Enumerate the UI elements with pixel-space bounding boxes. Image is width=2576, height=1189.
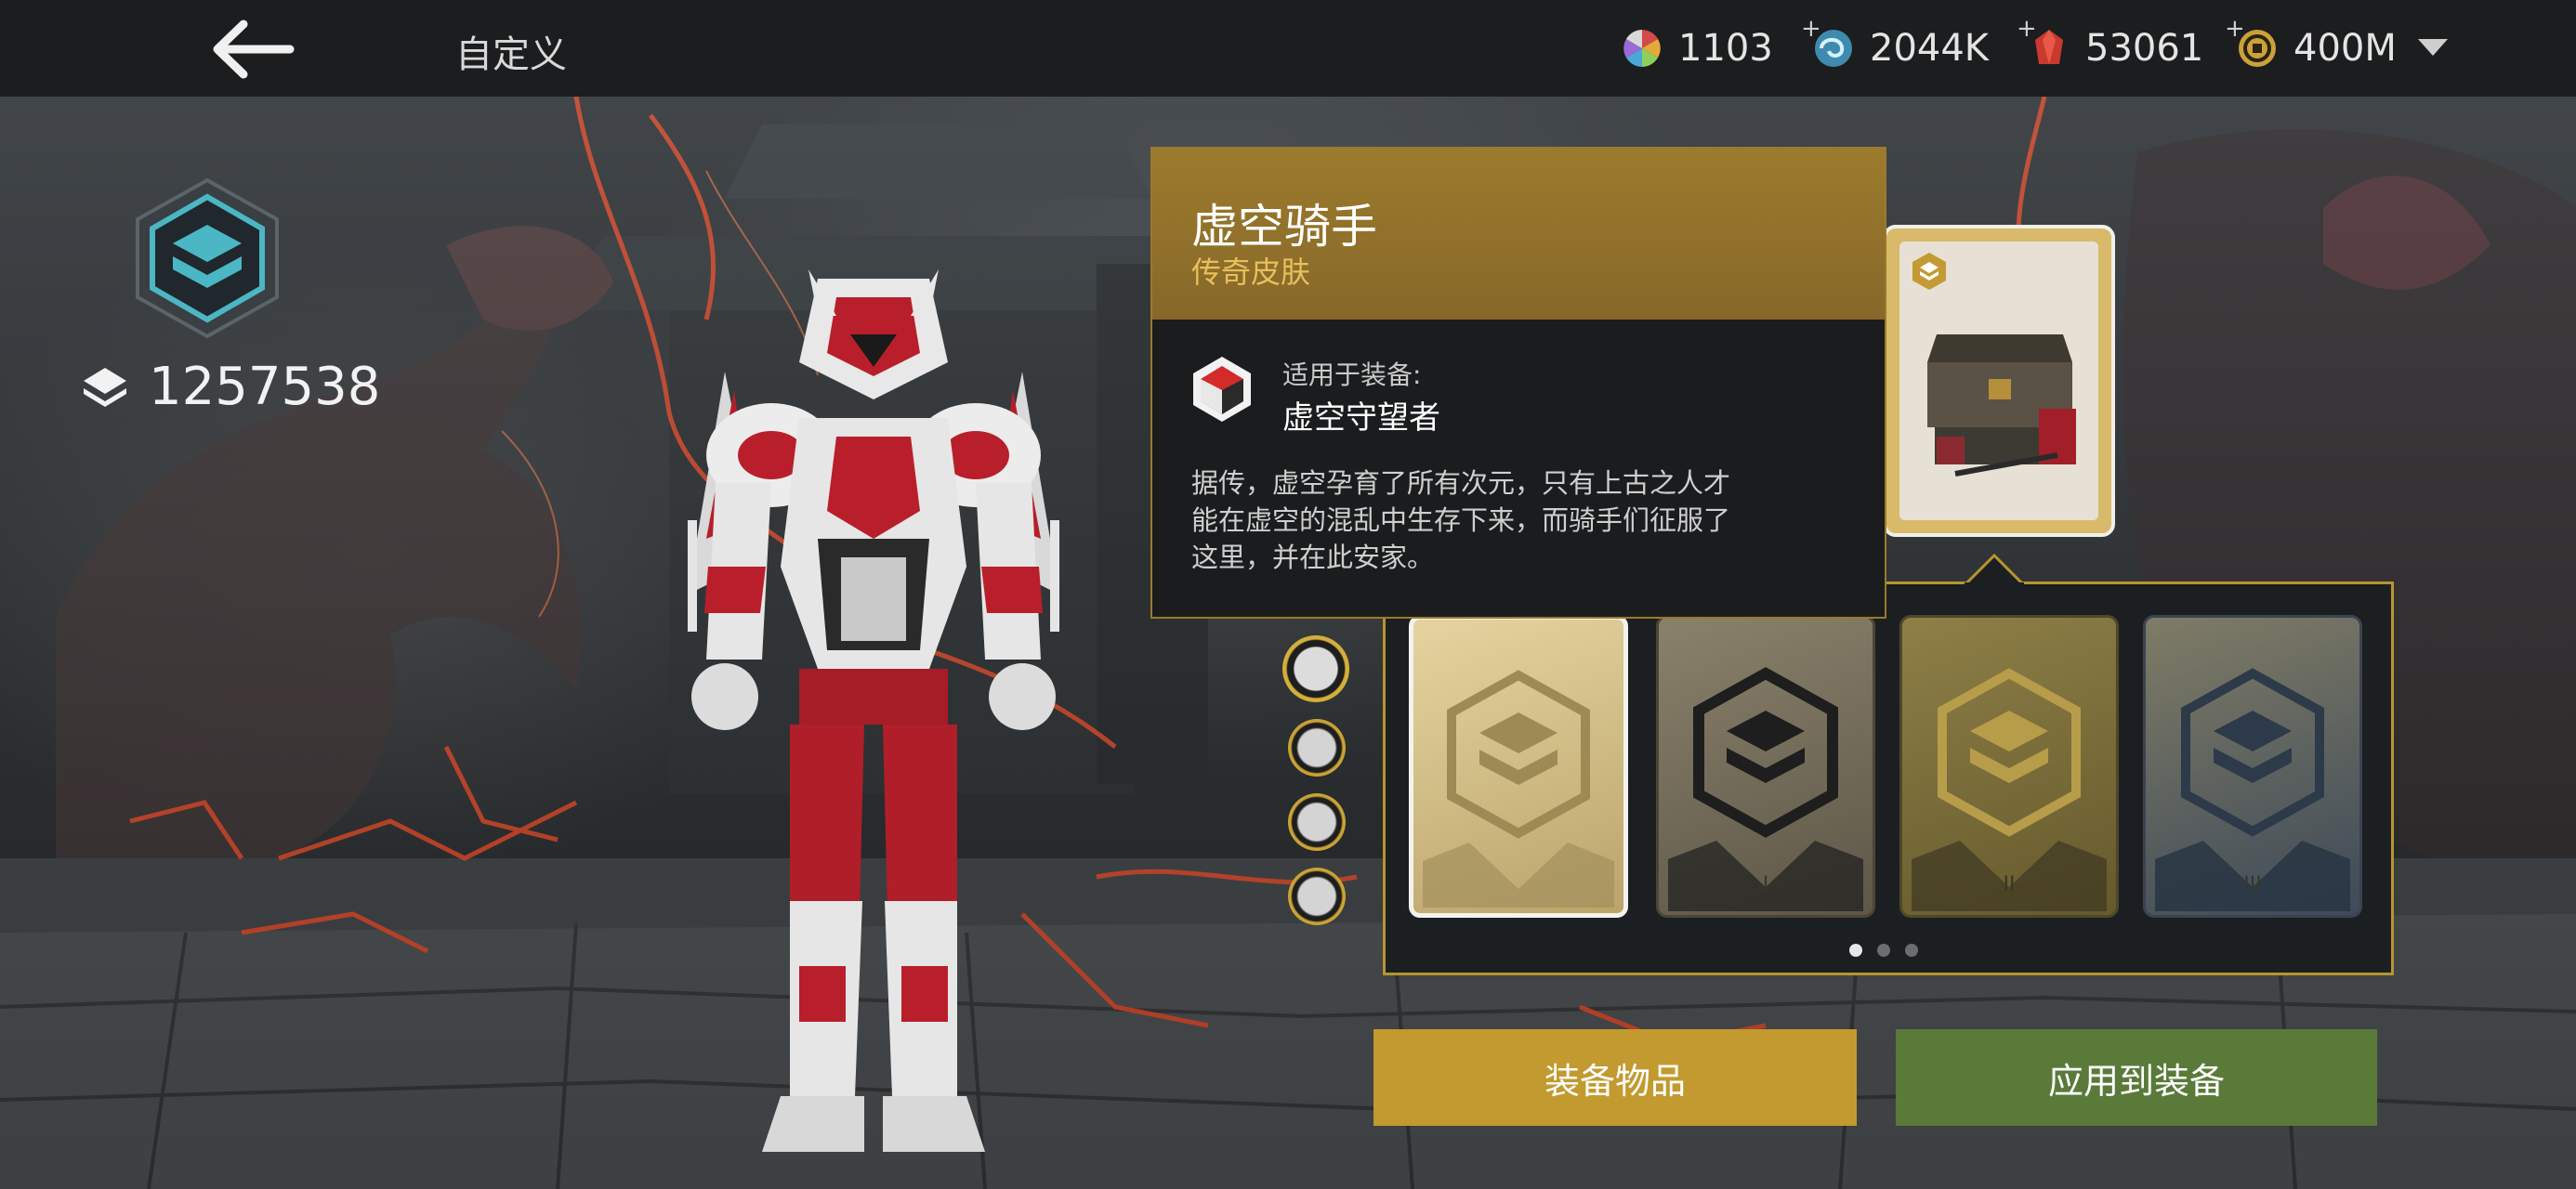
- score-value: 1257538: [149, 357, 381, 417]
- character-model: [651, 260, 1097, 1170]
- card-numeral: II: [2003, 873, 2016, 896]
- currency-1[interactable]: 1103: [1621, 19, 1773, 78]
- panel-pointer: [1965, 554, 2024, 585]
- currency-3[interactable]: + 53061: [2017, 15, 2204, 78]
- equip-name: 虚空守望者: [1282, 399, 1440, 437]
- currency-3-value: 53061: [2085, 27, 2204, 70]
- apply-to-equipment-button[interactable]: 应用到装备: [1896, 1029, 2377, 1126]
- tooltip-header: 虚空骑手 传奇皮肤: [1152, 149, 1885, 320]
- skin-card[interactable]: III: [2143, 615, 2362, 918]
- rank-hexagon-icon: [136, 177, 279, 339]
- currency-4-value: 400M: [2293, 27, 2397, 70]
- skin-card[interactable]: I: [1656, 615, 1875, 918]
- currency-2-value: 2044K: [1870, 27, 1990, 70]
- plus-icon: +: [2017, 15, 2037, 43]
- card-numeral: III: [2243, 873, 2262, 896]
- armor-cube-icon: [1193, 357, 1251, 422]
- currency-1-value: 1103: [1678, 27, 1773, 70]
- top-bar: 自定义 1103 + 2044K + 53061 + 400M: [0, 0, 2576, 97]
- item-tooltip: 虚空骑手 传奇皮肤 适用于装备: 虚空守望者 据传，虚空孕育了所有次元，只有上古…: [1150, 147, 1886, 619]
- style-slot-4[interactable]: [1288, 868, 1346, 925]
- tooltip-description: 据传，虚空孕育了所有次元，只有上古之人才能在虚空的混乱中生存下来，而骑手们征服了…: [1191, 467, 1731, 573]
- skin-card[interactable]: II: [1899, 615, 2119, 918]
- diamond-stack-icon: [84, 367, 126, 407]
- tooltip-title: 虚空骑手: [1191, 200, 1377, 254]
- style-slot-3[interactable]: [1288, 793, 1346, 851]
- rank-emblem-icon: [1423, 670, 1614, 908]
- equip-item-button[interactable]: 装备物品: [1373, 1029, 1857, 1126]
- skin-preview: [1899, 242, 2098, 520]
- skin-type-icon: [1912, 253, 1946, 290]
- currency-4[interactable]: + 400M: [2225, 15, 2397, 78]
- caret-down-icon: [2418, 39, 2448, 56]
- style-slot-1[interactable]: [1282, 635, 1349, 702]
- page-dot[interactable]: [1905, 944, 1918, 957]
- rank-emblem-icon: [2155, 668, 2350, 911]
- currency-dropdown[interactable]: [2414, 33, 2451, 61]
- plus-icon: +: [2225, 15, 2245, 43]
- style-slot-2[interactable]: [1288, 719, 1346, 777]
- back-button[interactable]: [206, 17, 299, 82]
- page-title: 自定义: [455, 33, 567, 76]
- player-score: 1257538: [80, 357, 380, 417]
- rank-badge[interactable]: [132, 176, 283, 340]
- rank-emblem-icon: [1912, 668, 2107, 911]
- skin-card[interactable]: [1409, 615, 1628, 918]
- color-wheel-icon: [1623, 30, 1661, 67]
- arrow-left-icon: [213, 20, 295, 79]
- rank-emblem-icon: [1668, 667, 1863, 911]
- currency-2[interactable]: + 2044K: [1801, 15, 1990, 78]
- plus-icon: +: [1801, 15, 1821, 43]
- page-dot[interactable]: [1877, 944, 1890, 957]
- tooltip-rarity: 传奇皮肤: [1191, 255, 1311, 290]
- card-numeral: I: [1762, 873, 1769, 896]
- equip-label: 适用于装备:: [1282, 359, 1422, 390]
- page-dot-active[interactable]: [1849, 944, 1862, 957]
- selected-skin-card[interactable]: [1883, 225, 2115, 537]
